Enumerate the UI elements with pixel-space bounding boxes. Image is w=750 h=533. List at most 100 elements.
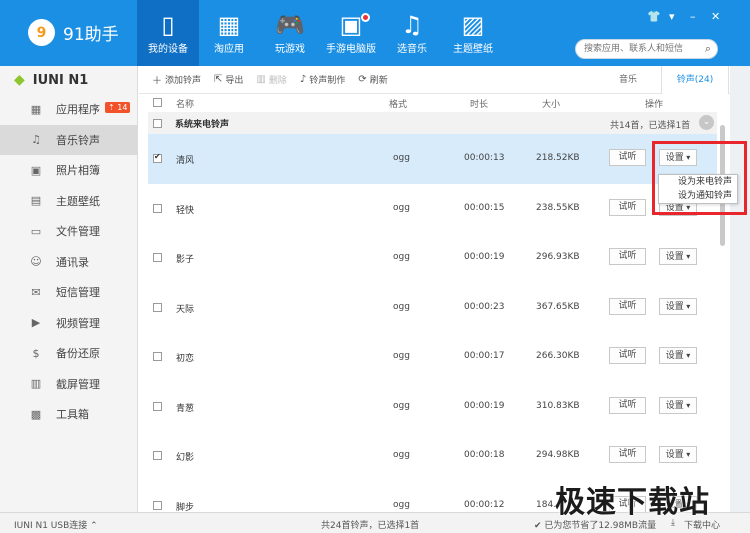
wallpaper-icon: ▤ [30,194,42,208]
refresh-button[interactable]: ⟳ 刷新 [358,73,387,86]
device-header[interactable]: ◆ IUNI N1 [0,66,137,94]
skin-icon[interactable]: 👕 [647,10,661,23]
collapse-icon[interactable]: ⌄ [699,115,714,130]
sidebar-item-backup[interactable]: $ 备份还原 [0,338,137,369]
plus-icon: ＋ [152,76,162,87]
nav-tab-pc-games[interactable]: ▣ 手游电脑版 [320,0,382,66]
select-all-checkbox[interactable] [153,98,162,107]
set-button[interactable]: 设置 [659,248,697,265]
search-input[interactable] [584,40,699,58]
ringtone-group[interactable]: 系统来电铃声 共14首，已选择1首 ⌄ [148,112,717,134]
toolbox-icon: ▩ [30,407,42,421]
export-label: 导出 [225,76,244,86]
ringtone-size: 296.93KB [536,252,580,262]
row-checkbox[interactable] [153,500,162,510]
tab-ringtone[interactable]: 铃声(24) [661,66,729,94]
group-checkbox[interactable] [153,119,162,128]
row-checkbox[interactable] [153,203,162,213]
watermark: 极速下载站 [555,485,710,520]
preview-button[interactable]: 试听 [609,198,646,216]
row-checkbox[interactable] [153,451,162,460]
table-row[interactable]: 轻快 ogg 00:00:15 238.55KB 试听 设置 [148,184,717,234]
table-row[interactable]: 幻影 ogg 00:00:18 294.98KB 试听 设置 [148,431,717,481]
group-info: 共14首，已选择1首 [610,121,691,131]
ringtone-size: 218.52KB [536,153,580,163]
ringtone-duration: 00:00:19 [464,400,505,411]
row-checkbox[interactable] [153,401,162,411]
header-name: 名称 [176,100,195,110]
sidebar-item-music-ringtones[interactable]: ♫ 音乐铃声 [0,124,137,155]
sidebar-item-apps[interactable]: ▦ 应用程序 ⇡ 14 [0,94,137,125]
close-icon[interactable]: ✕ [711,10,720,23]
android-icon: ◆ [14,72,25,88]
preview-button[interactable]: 试听 [609,396,646,414]
sidebar-item-photos[interactable]: ▣ 照片相簿 [0,155,137,186]
ringtone-name: 天际 [176,304,195,315]
search-icon[interactable]: ⌕ [705,42,711,56]
row-checkbox[interactable] [153,352,162,361]
notification-dot [361,13,370,22]
ringtone-name: 青葱 [176,403,195,414]
preview-button[interactable]: 试听 [609,297,646,315]
set-button[interactable]: 设置 [659,396,697,414]
nav-tab-wallpaper[interactable]: ▨ 主题壁纸 [442,0,504,66]
set-button[interactable]: 设置 [659,347,697,364]
apps-grid-icon: ▦ [217,11,241,39]
backup-icon: $ [32,346,40,360]
nav-tab-music[interactable]: ♫ 选音乐 [381,0,443,66]
row-checkbox[interactable] [153,302,162,312]
table-row[interactable]: 影子 ogg 00:00:19 296.93KB 试听 设置 [148,233,717,283]
set-button[interactable]: 设置 [659,297,697,315]
nav-tab-label: 主题壁纸 [453,44,493,55]
set-button[interactable]: 设置 [659,446,697,463]
menu-icon[interactable]: ▾ [669,10,675,23]
make-ringtone-button[interactable]: ♪ 铃声制作 [300,73,345,86]
table-row[interactable]: 清风ogg00:00:13218.52KB试听设置 [148,134,717,184]
table-row[interactable]: 初恋 ogg 00:00:17 266.30KB 试听 设置 [148,332,717,382]
device-name: IUNI N1 [32,72,89,88]
row-checkbox[interactable] [153,253,162,262]
sidebar-item-toolbox[interactable]: ▩ 工具箱 [0,399,137,430]
sidebar-item-screenshots[interactable]: ▥ 截屏管理 [0,369,137,400]
preview-button[interactable]: 试听 [609,248,646,265]
table-row[interactable]: 天际 ogg 00:00:23 367.65KB 试听 设置 [148,283,717,333]
gamepad-icon: 🎮 [275,11,305,39]
sidebar-item-contacts[interactable]: ☺ 通讯录 [0,247,137,278]
export-button[interactable]: ⇱ 导出 [214,73,243,86]
ringtone-format: ogg [393,400,410,411]
row-checkbox[interactable] [153,152,162,163]
nav-tab-app-store[interactable]: ▦ 淘应用 [198,0,260,66]
ringtone-format: ogg [393,301,410,312]
sidebar-item-label: 短信管理 [56,286,100,300]
table-row[interactable]: 青葱 ogg 00:00:19 310.83KB 试听 设置 [148,382,717,432]
header-duration: 时长 [470,100,489,110]
sidebar-item-wallpapers[interactable]: ▤ 主题壁纸 [0,186,137,217]
preview-button[interactable]: 试听 [609,149,646,166]
ringtone-format: ogg [393,202,410,213]
phone-icon: ▯ [161,11,175,39]
nav-tab-label: 我的设备 [148,44,188,55]
sidebar: ◆ IUNI N1 ▦ 应用程序 ⇡ 14 ♫ 音乐铃声 ▣ 照片相簿 ▤ 主题壁纸 ▭ 文件管理 ☺… [0,66,138,512]
device-connection-status[interactable]: IUNI N1 USB连接 ⌃ [14,518,98,531]
sidebar-item-videos[interactable]: ▶ 视频管理 [0,308,137,339]
ringtone-size: 367.65KB [536,301,580,312]
ringtone-name: 影子 [176,255,195,265]
add-ringtone-button[interactable]: ＋添加铃声 [152,72,201,87]
preview-button[interactable]: 试听 [609,347,646,364]
highlight-box [652,141,747,215]
nav-tab-games[interactable]: 🎮 玩游戏 [259,0,321,66]
sidebar-item-sms[interactable]: ✉ 短信管理 [0,277,137,308]
nav-tab-my-device[interactable]: ▯ 我的设备 [137,0,199,66]
delete-button[interactable]: ▥ 删除 [256,73,286,86]
tab-music[interactable]: 音乐 [594,66,662,94]
ringtone-format: ogg [393,351,410,361]
search-box[interactable]: ⌕ [575,39,718,59]
sidebar-item-files[interactable]: ▭ 文件管理 [0,216,137,247]
header-format: 格式 [389,100,408,110]
nav-tab-label: 玩游戏 [275,44,305,55]
music-note-icon: ♫ [401,11,423,39]
ringtone-duration: 00:00:18 [464,450,505,460]
preview-button[interactable]: 试听 [609,446,646,463]
minimize-icon[interactable]: – [690,10,696,23]
make-ringtone-label: 铃声制作 [309,76,346,86]
